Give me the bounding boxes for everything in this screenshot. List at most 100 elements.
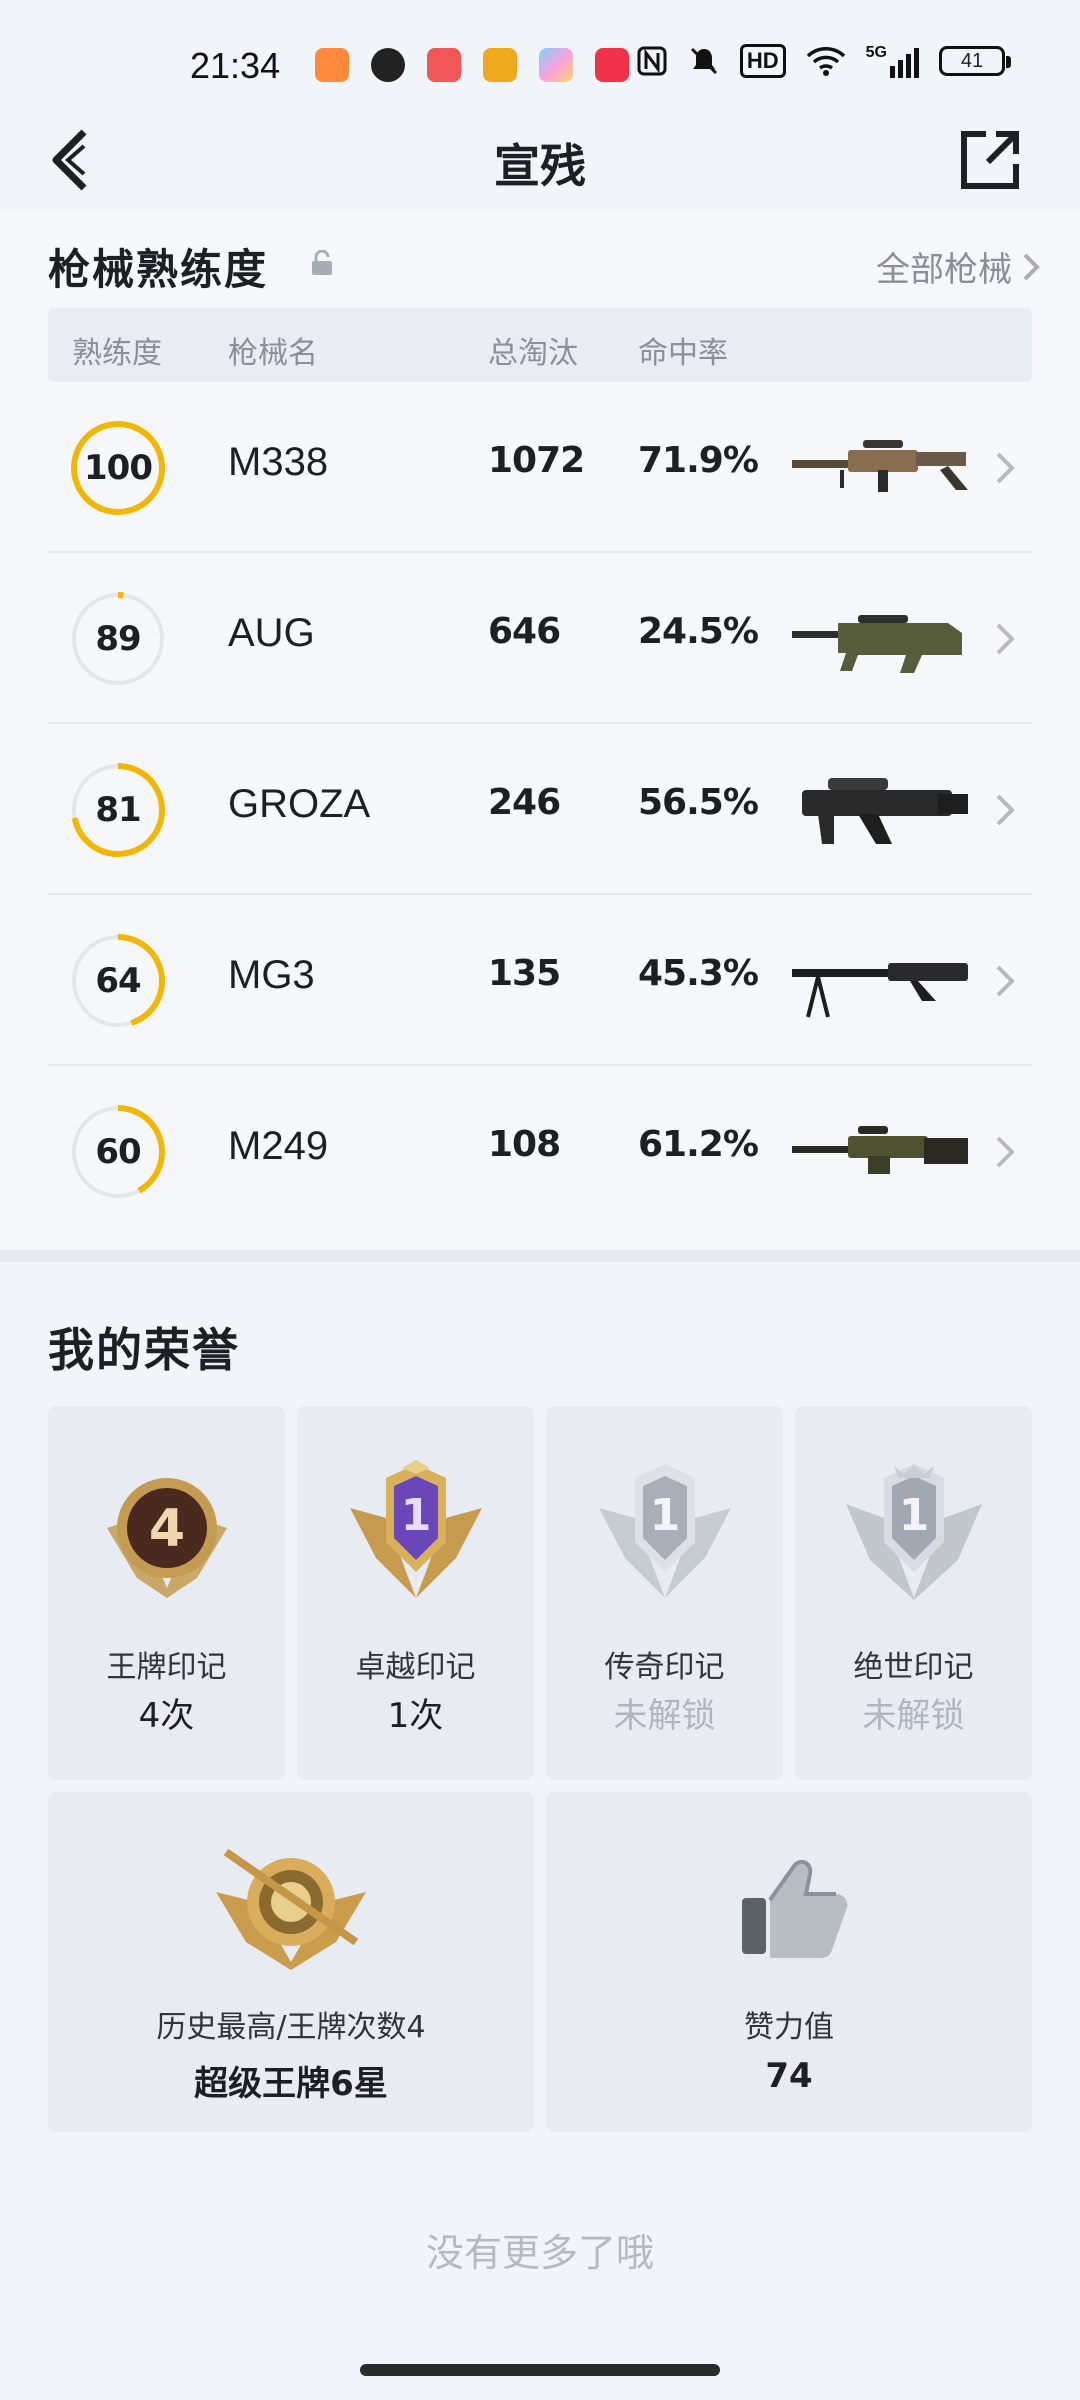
groza-weapon-image [802,778,968,844]
thumbs-up-icon [742,1859,848,1958]
m249-weapon-image [792,1126,968,1174]
svg-text:4: 4 [148,1499,184,1559]
weapon-section-title: 枪械熟练度 [48,245,269,294]
section-divider [0,1250,1080,1262]
honor-card-excellence[interactable]: 1 卓越印记 1次 [297,1406,534,1780]
header-kills: 总淘汰 [488,336,578,371]
honor-name: 绝世印记 [853,1650,974,1685]
weapon-name: GROZA [228,782,371,826]
status-time: 21:34 [190,45,281,86]
excellence-badge-icon: 1 [349,1460,482,1598]
battery-icon: 41 [939,46,1011,76]
honor-summary-grid: 历史最高/王牌次数4 超级王牌6星 赞力值 74 [48,1792,1032,2132]
best-rank-card[interactable]: 历史最高/王牌次数4 超级王牌6星 [48,1792,534,2132]
weapon-name: M338 [228,440,329,484]
honor-badges-grid: 4 王牌印记 4次 1 卓越印记 1次 1 传奇印记 未解锁 1 绝世印记 未解… [48,1406,1032,1780]
honor-count: 1次 [387,1696,444,1736]
weapon-section-header: 枪械熟练度 全部枪械 [48,228,1040,298]
honor-name: 传奇印记 [604,1650,725,1685]
svg-text:1: 1 [400,1490,431,1541]
weapon-kills: 135 [488,953,561,994]
game-controller-icon [315,48,349,82]
honors-title: 我的荣誉 [48,1323,240,1377]
status-bar: 21:34 HD 5G 41 [0,0,1080,130]
weapon-hitrate: 61.2% [638,1124,759,1165]
svg-text:1: 1 [898,1490,929,1541]
ace-badge-icon: 4 [106,1478,227,1598]
chevron-right-icon [1023,253,1040,280]
likes-card[interactable]: 赞力值 74 [546,1792,1032,2132]
weapon-kills: 646 [488,611,561,652]
legend-badge-icon: 1 [598,1464,731,1598]
system-icons: HD 5G 41 [636,44,1011,78]
likes-label: 赞力值 [744,2010,834,2045]
mg3-weapon-image [792,963,968,1018]
video-icon [427,48,461,82]
all-weapons-label: 全部枪械 [876,250,1012,290]
chevron-right-icon [996,452,1015,484]
coin-icon [483,48,517,82]
weapon-kills: 246 [488,782,561,823]
proficiency-value: 81 [95,790,141,830]
rank-emblem-icon [216,1848,366,1970]
weapon-name: AUG [228,611,315,655]
weapon-proficiency-section: 枪械熟练度 全部枪械 熟练度 枪械名 总淘汰 命中率 100 M338 1072… [0,210,1080,1250]
header-weapon-name: 枪械名 [228,336,318,371]
peerless-badge-icon: 1 [845,1464,982,1600]
weapon-row-aug[interactable]: 89 AUG 646 24.5% [48,553,1032,724]
weapon-name: M249 [228,1124,329,1168]
weapon-kills: 1072 [488,440,585,481]
m338-weapon-image [792,440,968,492]
signal-5g-icon: 5G [866,44,919,78]
gallery-icon [539,48,573,82]
chevron-right-icon [996,794,1015,826]
honors-section: 我的荣誉 4 王牌印记 4次 1 卓越印记 1次 1 传奇印记 未解锁 1 绝世… [0,1262,1080,2400]
mute-icon [690,47,717,75]
weapon-row-groza[interactable]: 81 GROZA 246 56.5% [48,724,1032,895]
share-button[interactable] [952,122,1028,198]
best-rank-label: 历史最高/王牌次数4 [156,2010,426,2045]
honor-count: 4次 [138,1696,195,1736]
honor-card-legend[interactable]: 1 传奇印记 未解锁 [546,1406,783,1780]
nav-bar: 宣残 [0,118,1080,202]
all-weapons-link[interactable]: 全部枪械 [876,242,1040,291]
end-of-list-text: 没有更多了哦 [425,2231,654,2275]
weapon-list: 100 M338 1072 71.9% 89 AUG 646 24.5% 81 … [48,382,1032,1237]
weapon-hitrate: 71.9% [638,440,759,481]
weapon-hitrate: 45.3% [638,953,759,994]
chevron-right-icon [996,623,1015,655]
proficiency-value: 60 [95,1132,141,1172]
weapon-row-mg3[interactable]: 64 MG3 135 45.3% [48,895,1032,1066]
chevron-right-icon [996,1136,1015,1168]
aug-weapon-image [792,615,962,673]
nfc-icon [637,46,667,76]
qq-icon [371,48,405,82]
proficiency-value: 64 [95,961,141,1001]
chevron-right-icon [996,965,1015,997]
honor-name: 王牌印记 [106,1650,227,1685]
weapon-name: MG3 [228,953,315,997]
proficiency-value: 100 [84,448,153,488]
honor-name: 卓越印记 [355,1650,476,1685]
share-icon [961,131,1019,189]
weapon-kills: 108 [488,1124,561,1165]
honor-card-ace[interactable]: 4 王牌印记 4次 [48,1406,285,1780]
notification-icons [315,48,629,82]
honor-card-peerless[interactable]: 1 绝世印记 未解锁 [795,1406,1032,1780]
best-rank-value: 超级王牌6星 [194,2064,388,2104]
music-icon [595,48,629,82]
honor-count: 未解锁 [862,1696,965,1736]
weapon-hitrate: 56.5% [638,782,759,823]
proficiency-value: 89 [95,619,141,659]
likes-value: 74 [765,2056,813,2096]
hd-icon: HD [739,44,786,78]
header-proficiency: 熟练度 [72,336,162,371]
page-title: 宣残 [494,139,586,193]
home-indicator[interactable] [360,2364,720,2376]
weapon-row-m249[interactable]: 60 M249 108 61.2% [48,1066,1032,1237]
wifi-icon [806,47,845,76]
svg-text:1: 1 [649,1490,680,1541]
header-hitrate: 命中率 [638,336,728,371]
weapon-table-header: 熟练度 枪械名 总淘汰 命中率 [48,308,1032,382]
weapon-row-m338[interactable]: 100 M338 1072 71.9% [48,382,1032,553]
